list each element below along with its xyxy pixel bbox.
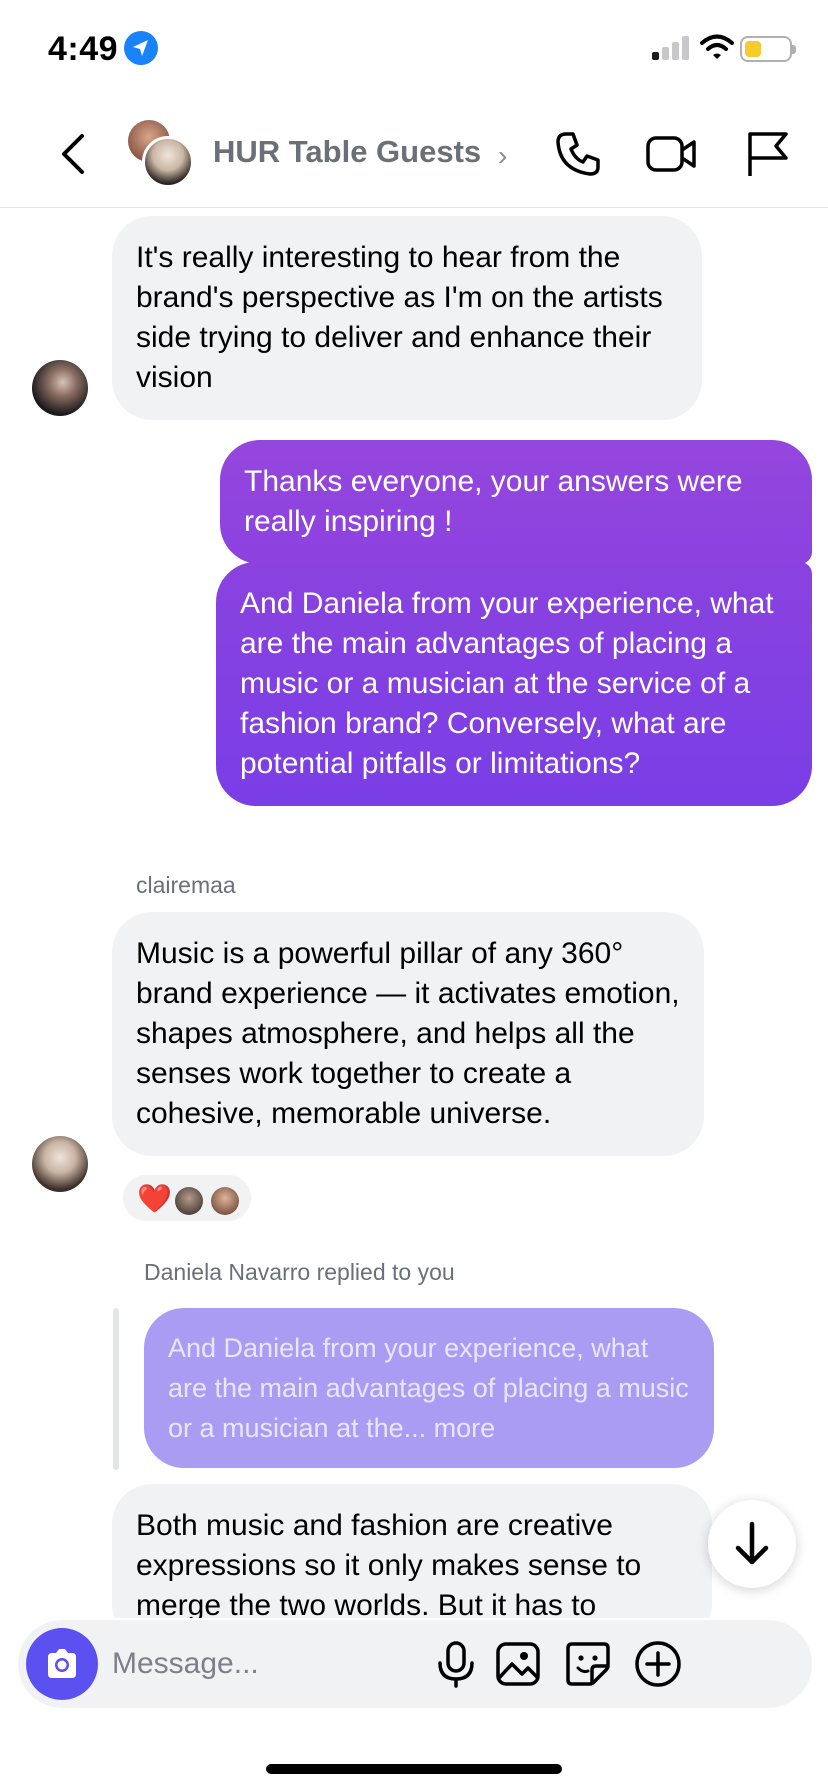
battery-icon <box>740 36 796 62</box>
avatar[interactable] <box>32 360 88 416</box>
camera-button[interactable] <box>26 1628 98 1700</box>
sender-name: clairemaa <box>136 872 236 898</box>
chevron-right-icon[interactable]: › <box>498 140 507 172</box>
avatar[interactable] <box>32 1136 88 1192</box>
reactions-pill[interactable]: ❤️ <box>120 1172 254 1224</box>
incoming-message-bubble[interactable]: It's really interesting to hear from the… <box>112 216 702 420</box>
heart-reaction-icon: ❤️ <box>137 1183 172 1214</box>
outgoing-message-bubble[interactable]: Thanks everyone, your answers were reall… <box>220 440 812 564</box>
back-chevron-icon[interactable] <box>52 128 96 180</box>
gallery-icon[interactable] <box>492 1638 544 1690</box>
avatar <box>175 1187 203 1215</box>
camera-icon <box>48 1649 76 1678</box>
wifi-icon <box>700 34 734 65</box>
sticker-icon[interactable] <box>562 1638 614 1690</box>
location-arrow-icon <box>124 31 158 65</box>
quoted-message-bubble[interactable]: And Daniela from your experience, what a… <box>144 1308 714 1468</box>
chat-title[interactable]: HUR Table Guests <box>213 134 481 170</box>
outgoing-message-bubble[interactable]: And Daniela from your experience, what a… <box>216 562 812 806</box>
reply-label: Daniela Navarro replied to you <box>144 1259 455 1285</box>
microphone-icon[interactable] <box>430 1638 482 1690</box>
chat-header: HUR Table Guests › <box>0 100 828 208</box>
video-camera-icon[interactable] <box>644 128 696 180</box>
arrow-down-icon <box>735 1521 769 1565</box>
scroll-to-bottom-button[interactable] <box>708 1500 796 1588</box>
group-avatar[interactable] <box>126 118 196 188</box>
message-composer <box>18 1620 812 1708</box>
avatar <box>211 1187 239 1215</box>
reply-indicator-bar <box>113 1308 119 1470</box>
phone-icon[interactable] <box>552 128 604 180</box>
cellular-signal-icon <box>652 36 690 60</box>
avatar <box>142 136 194 188</box>
status-time: 4:49 <box>48 30 119 68</box>
add-icon[interactable] <box>632 1638 684 1690</box>
message-input[interactable] <box>112 1642 472 1686</box>
flag-icon[interactable] <box>742 128 794 180</box>
home-indicator[interactable] <box>266 1764 562 1774</box>
incoming-message-bubble[interactable]: Music is a powerful pillar of any 360° b… <box>112 912 704 1156</box>
status-bar: 4:49 <box>0 0 828 100</box>
